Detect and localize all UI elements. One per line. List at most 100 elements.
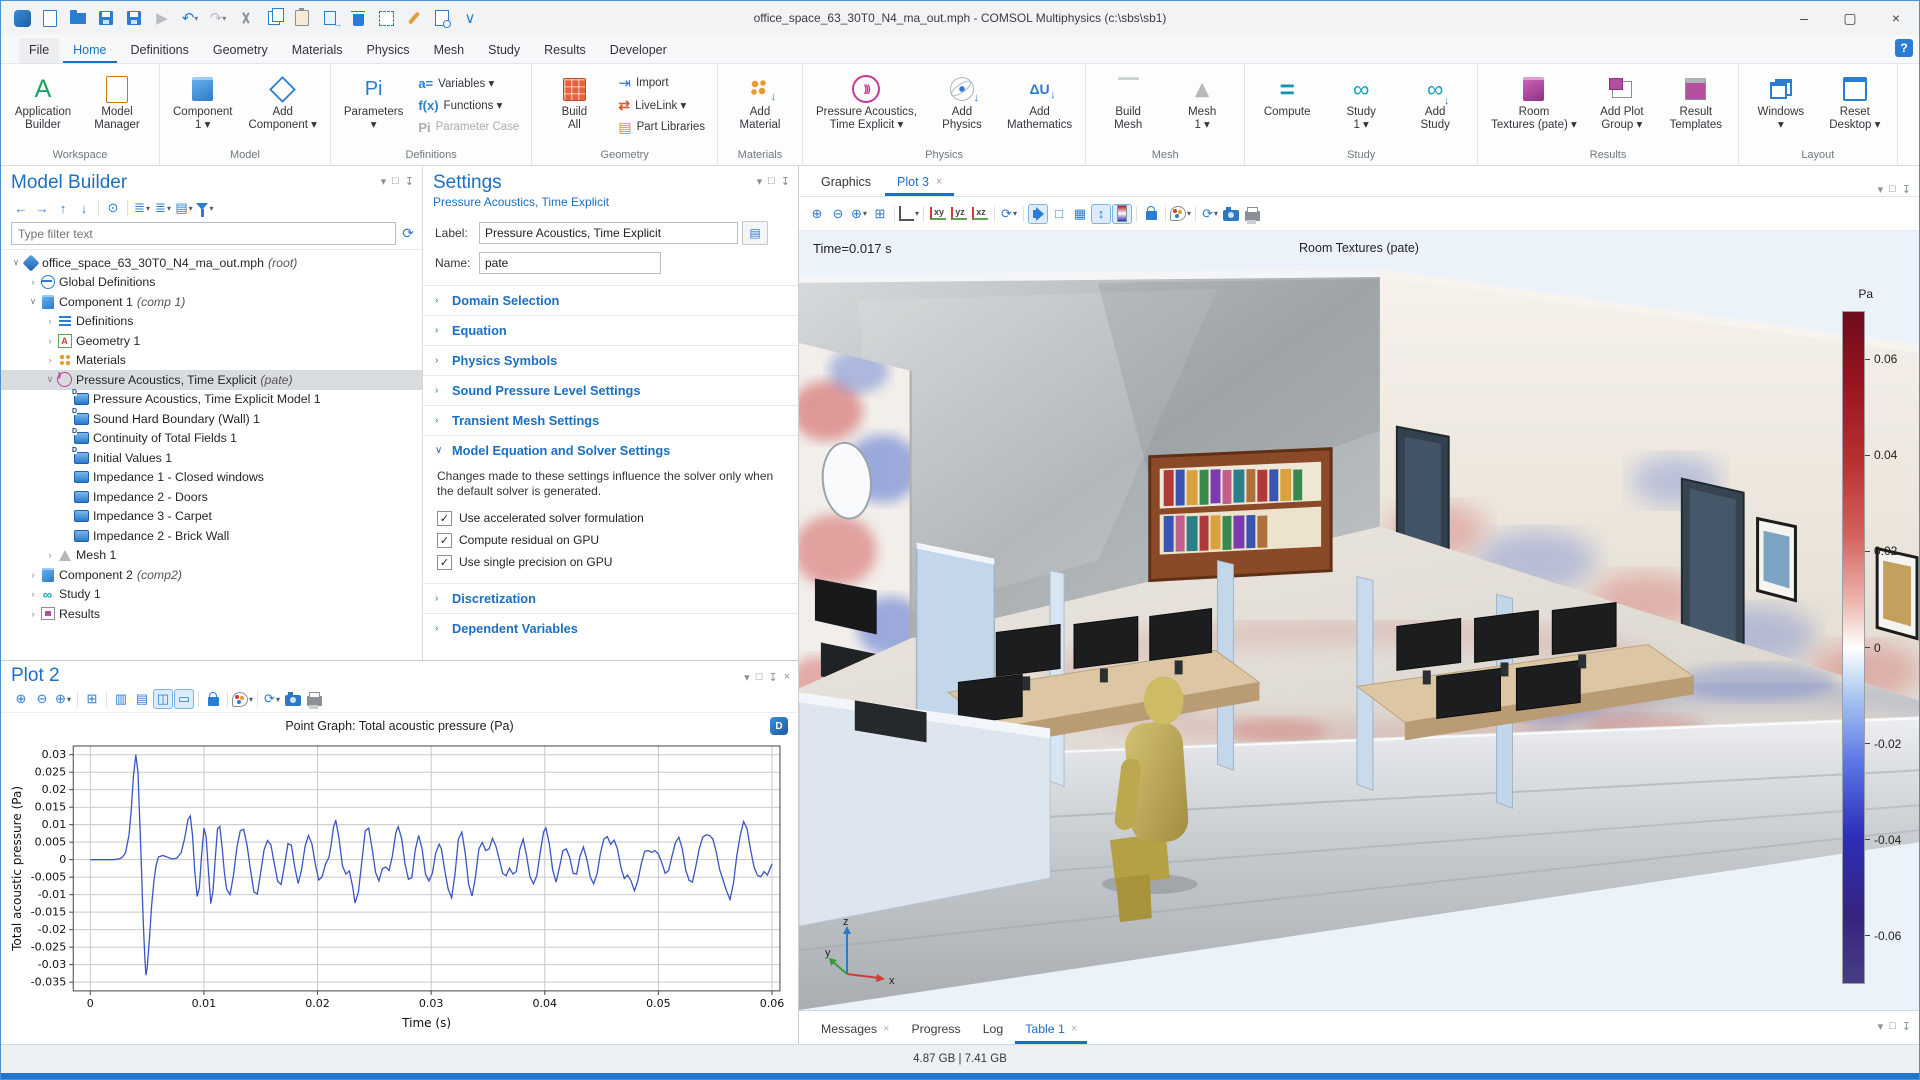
close-button[interactable]: × [1873,1,1919,35]
section-header[interactable]: › Sound Pressure Level Settings [423,376,798,405]
menu-definitions[interactable]: Definitions [121,38,199,63]
ribbon-button-pressure-acoustics-time-explicit-[interactable]: ))) Pressure Acoustics, Time Explicit ▾ [809,70,924,134]
section-header[interactable]: › Domain Selection [423,286,798,315]
update-icon[interactable]: ⟳ ▾ [262,689,282,709]
section-header[interactable]: ∨ Model Equation and Solver Settings [423,436,798,465]
ribbon-button-windows-[interactable]: Windows ▾ [1745,70,1817,134]
redo-icon[interactable]: ↷ ▾ [205,5,231,31]
menu-home[interactable]: Home [63,38,117,63]
axis-limits-icon[interactable]: ◫ [153,689,173,709]
view-yz-icon[interactable]: yz [949,204,969,224]
view-default-icon[interactable]: ▾ [899,204,919,224]
palette-icon[interactable]: ▾ [232,689,253,709]
checkbox-use-accelerated-solver-formulation[interactable]: ✓ Use accelerated solver formulation [437,507,784,529]
point-graph-chart[interactable]: 0.03 0.025 0.02 0.015 0.01 0.005 0 -0.005 -0.01 -… [1,733,798,1044]
collapse-panel-icon[interactable]: ▾ [381,175,387,188]
tree-item-mesh-1[interactable]: › Mesh 1 [1,546,422,566]
ribbon-button-add-study[interactable]: ∞AddStudy [1399,70,1471,134]
tree-expander-icon[interactable]: › [26,609,40,619]
section-header[interactable]: › Dependent Variables [423,614,798,643]
minimize-button[interactable]: – [1781,1,1827,35]
tree-item-global-definitions[interactable]: › Global Definitions [1,273,422,293]
tree-expander-icon[interactable]: › [43,336,57,346]
show-icon[interactable]: ⊙ [103,198,123,218]
checkbox-use-single-precision-on-gpu[interactable]: ✓ Use single precision on GPU [437,551,784,573]
float-panel-icon[interactable]: □ [756,671,763,684]
tree-item-component-2[interactable]: › Component 2 (comp2) [1,565,422,585]
pin-panel-icon[interactable]: ↧ [781,175,790,194]
tree-expander-icon[interactable]: › [26,277,40,287]
ribbon-button-add-component-[interactable]: Add Component ▾ [241,70,323,134]
close-tab-icon[interactable]: × [1071,1023,1077,1035]
select-box-icon[interactable] [373,5,399,31]
new-file-icon[interactable] [37,5,63,31]
tab-graphics[interactable]: Graphics [809,170,883,196]
ribbon-button-result-templates[interactable]: Result Templates [1660,70,1732,134]
camera-icon[interactable] [1221,204,1241,224]
print-icon[interactable] [304,689,324,709]
ribbon-button-part-libraries[interactable]: ▤ Part Libraries [612,116,711,138]
help-button[interactable]: ? [1895,39,1913,57]
tree-item-continuity-of-total-fields-1[interactable]: Continuity of Total Fields 1 [1,429,422,449]
y-grid-icon[interactable]: ▤ [132,689,152,709]
menu-results[interactable]: Results [534,38,596,63]
tree-expander-icon[interactable]: › [43,550,57,560]
collapse-panel-icon[interactable]: ▾ [744,671,750,684]
ribbon-button-variables-[interactable]: a= Variables ▾ [412,72,525,94]
delete-icon[interactable] [345,5,371,31]
ribbon-button-parameters-[interactable]: Pi Parameters ▾ [337,70,410,134]
menu-file[interactable]: File [19,38,60,63]
menu-developer[interactable]: Developer [600,38,677,63]
menu-mesh[interactable]: Mesh [424,38,475,63]
pin-panel-icon[interactable]: ↧ [405,175,414,188]
ribbon-button-reset-desktop-[interactable]: Reset Desktop ▾ [1819,70,1891,134]
ribbon-button-compute-[interactable]: = Compute [1251,70,1323,121]
checkbox-compute-residual-on-gpu[interactable]: ✓ Compute residual on GPU [437,529,784,551]
rotate-icon[interactable]: ⟳ ▾ [999,204,1019,224]
toolbar-overflow-icon[interactable]: ∨ [457,5,483,31]
checkbox-icon[interactable]: ✓ [437,532,452,548]
tree-item-pressure-acoustics-time-explicit[interactable]: ∨)) Pressure Acoustics, Time Explicit (pat… [1,370,422,390]
menu-geometry[interactable]: Geometry [203,38,278,63]
tree-item-office-space-63-30t0-n4-ma-out-mph[interactable]: ∨ office_space_63_30T0_N4_ma_out.mph (root… [1,253,422,273]
back-icon[interactable]: ← [11,198,31,218]
tree-expander-icon[interactable]: › [26,589,40,599]
filter-icon[interactable]: ▾ [195,198,215,218]
sound-icon[interactable] [1028,203,1049,224]
move-up-icon[interactable]: ↑ [53,198,73,218]
ribbon-button-room-textures-pate-[interactable]: Room Textures (pate) ▾ [1484,70,1584,134]
lock-icon[interactable] [203,689,223,709]
tree-item-definitions[interactable]: › Definitions [1,312,422,332]
color-legend-icon[interactable] [1112,203,1133,224]
name-field[interactable] [479,252,661,274]
camera-icon[interactable] [283,689,303,709]
tree-item-initial-values-1[interactable]: Initial Values 1 [1,448,422,468]
paste-icon[interactable] [289,5,315,31]
preview-icon[interactable] [429,5,455,31]
tree-item-study-1[interactable]: › ∞ Study 1 [1,585,422,605]
collapse-panel-icon[interactable]: ▾ [1878,1020,1884,1033]
tree-filter-input[interactable] [11,222,397,245]
ribbon-button-add-plot-group-[interactable]: Add Plot Group ▾ [1586,70,1658,134]
rename-label-icon[interactable]: ▤ [742,221,768,245]
tree-expander-icon[interactable]: › [43,355,57,365]
tree-expander-icon[interactable]: ∨ [9,257,23,268]
zoom-extents-icon[interactable]: ⊞ [870,204,890,224]
ribbon-button-mesh-1-[interactable]: ▲ Mesh 1 ▾ [1166,70,1238,134]
ribbon-button-build-all[interactable]: Build All [538,70,610,134]
tree-item-impedance-2-brick-wall[interactable]: Impedance 2 - Brick Wall [1,526,422,546]
app-logo-icon[interactable] [9,5,35,31]
ribbon-button-component-1-[interactable]: Component 1 ▾ [166,70,239,134]
tab-plot-3[interactable]: Plot 3 × [885,170,955,196]
update-icon[interactable]: ⟳ ▾ [1200,204,1220,224]
menu-study[interactable]: Study [478,38,530,63]
zoom-in-icon[interactable]: ⊕ [807,204,827,224]
close-tab-icon[interactable]: × [883,1023,889,1035]
float-panel-icon[interactable]: □ [768,175,775,194]
float-panel-icon[interactable]: □ [1889,183,1896,196]
open-icon[interactable] [65,5,91,31]
tab-table-1[interactable]: Table 1 × [1015,1017,1088,1044]
section-header[interactable]: › Physics Symbols [423,346,798,375]
ribbon-button-study-1-[interactable]: ∞ Study 1 ▾ [1325,70,1397,134]
tree-item-impedance-2-doors[interactable]: Impedance 2 - Doors [1,487,422,507]
